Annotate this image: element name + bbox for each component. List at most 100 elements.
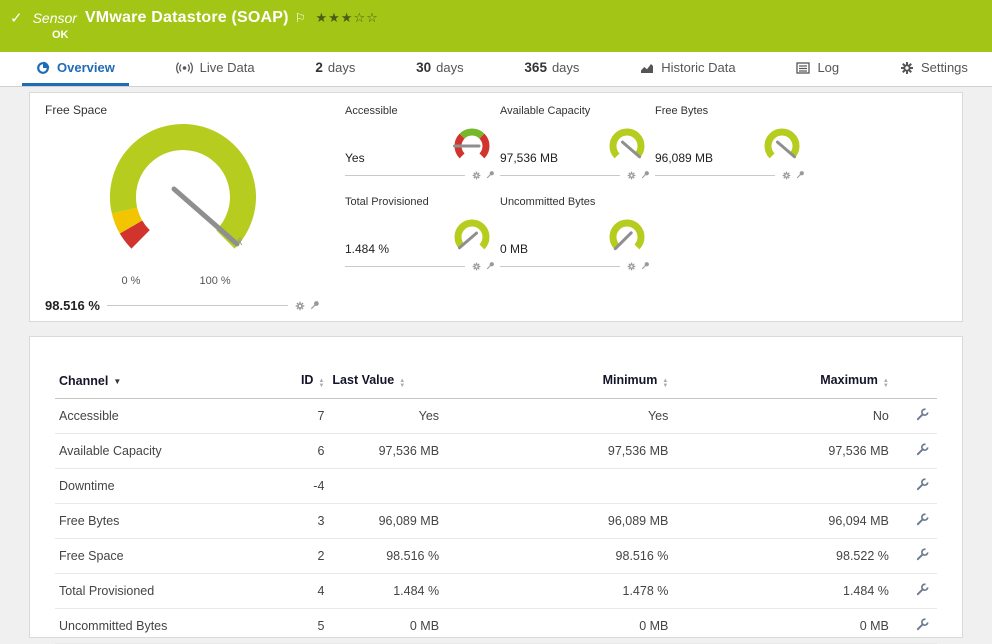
channel-settings-button[interactable] xyxy=(916,618,929,631)
bar-chart-icon xyxy=(640,61,654,75)
gear-icon xyxy=(900,61,914,75)
channel-settings-button[interactable] xyxy=(916,478,929,491)
table-row: Free Space 2 98.516 % 98.516 % 98.522 % xyxy=(55,539,937,574)
status-badge: OK xyxy=(52,29,69,41)
tab-30-days[interactable]: 30 days xyxy=(402,52,478,86)
free-space-gauge-card: Free Space 0 % 100 % x̄ 98.516 % xyxy=(30,93,335,321)
sensor-header: ✓ Sensor VMware Datastore (SOAP) ⚐ ★★★☆☆… xyxy=(0,0,992,52)
channel-minimum: Yes xyxy=(443,399,672,434)
channel-id: 4 xyxy=(267,574,329,609)
channel-id: 6 xyxy=(267,434,329,469)
channel-settings-button[interactable] xyxy=(916,548,929,561)
column-header-last-value[interactable]: Last Value▲▼ xyxy=(328,365,443,399)
tab-label: Log xyxy=(817,60,839,75)
column-header-minimum[interactable]: Minimum▲▼ xyxy=(443,365,672,399)
gauge-value: Yes xyxy=(345,151,365,169)
total-provisioned-gauge xyxy=(449,218,495,260)
tab-settings[interactable]: Settings xyxy=(886,52,982,86)
pin-icon[interactable] xyxy=(486,261,495,271)
tab-live-data[interactable]: Live Data xyxy=(162,52,269,86)
tab-2-days[interactable]: 2 days xyxy=(301,52,369,86)
channel-minimum: 98.516 % xyxy=(443,539,672,574)
channel-maximum: 1.484 % xyxy=(672,574,893,609)
channel-id: 7 xyxy=(267,399,329,434)
mini-gauge-total-provisioned: Total Provisioned 1.484 % xyxy=(345,196,495,271)
gauge-min-label: 0 % xyxy=(122,275,141,287)
priority-star-rating[interactable]: ★★★☆☆ xyxy=(315,10,378,26)
channel-id: 3 xyxy=(267,504,329,539)
broadcast-icon xyxy=(176,61,193,75)
pie-chart-icon xyxy=(36,61,50,75)
gear-icon[interactable] xyxy=(472,262,481,271)
object-kind-label: Sensor xyxy=(33,10,77,26)
mini-gauge-uncommitted-bytes: Uncommitted Bytes 0 MB xyxy=(500,196,650,271)
gauge-value: 98.516 % xyxy=(45,298,100,313)
channel-name: Total Provisioned xyxy=(55,574,267,609)
channel-maximum: 97,536 MB xyxy=(672,434,893,469)
accessible-gauge xyxy=(449,127,495,169)
channel-id: 5 xyxy=(267,609,329,644)
channel-name: Accessible xyxy=(55,399,267,434)
sort-icon: ▲▼ xyxy=(318,379,324,389)
mini-gauge-available-capacity: Available Capacity 97,536 MB xyxy=(500,105,650,180)
pin-icon[interactable] xyxy=(641,170,650,180)
table-row: Uncommitted Bytes 5 0 MB 0 MB 0 MB xyxy=(55,609,937,644)
sensor-title: VMware Datastore (SOAP) xyxy=(85,9,289,27)
pin-icon[interactable] xyxy=(641,261,650,271)
sort-icon: ▲▼ xyxy=(662,379,668,389)
channel-minimum: 0 MB xyxy=(443,609,672,644)
channel-maximum: 0 MB xyxy=(672,609,893,644)
available-capacity-gauge xyxy=(604,127,650,169)
channels-table: Channel▼ ID▲▼ Last Value▲▼ Minimum▲▼ Max… xyxy=(55,365,937,644)
gear-icon[interactable] xyxy=(627,171,636,180)
channel-last-value: 98.516 % xyxy=(328,539,443,574)
gauge-title: Total Provisioned xyxy=(345,196,495,208)
gear-icon[interactable] xyxy=(627,262,636,271)
channel-settings-button[interactable] xyxy=(916,408,929,421)
channel-settings-button[interactable] xyxy=(916,513,929,526)
pin-icon[interactable] xyxy=(310,300,320,311)
tab-365-days[interactable]: 365 days xyxy=(510,52,593,86)
free-bytes-gauge xyxy=(759,127,805,169)
divider xyxy=(345,266,465,267)
tab-label: Live Data xyxy=(200,60,255,75)
channel-last-value: 0 MB xyxy=(328,609,443,644)
tab-label: Historic Data xyxy=(661,60,735,75)
divider xyxy=(500,266,620,267)
channel-name: Free Bytes xyxy=(55,504,267,539)
tab-day-count: 30 xyxy=(416,60,431,75)
column-header-settings xyxy=(893,365,937,399)
channel-last-value: 97,536 MB xyxy=(328,434,443,469)
gear-icon[interactable] xyxy=(295,301,305,311)
favorite-flag-icon[interactable]: ⚐ xyxy=(295,11,306,25)
divider xyxy=(345,175,465,176)
gear-icon[interactable] xyxy=(472,171,481,180)
tab-historic-data[interactable]: Historic Data xyxy=(626,52,749,86)
channel-maximum: 96,094 MB xyxy=(672,504,893,539)
tab-log[interactable]: Log xyxy=(782,52,853,86)
pin-icon[interactable] xyxy=(486,170,495,180)
channel-last-value: Yes xyxy=(328,399,443,434)
channel-settings-button[interactable] xyxy=(916,443,929,456)
channels-table-panel: Channel▼ ID▲▼ Last Value▲▼ Minimum▲▼ Max… xyxy=(29,336,963,638)
gear-icon[interactable] xyxy=(782,171,791,180)
channel-maximum xyxy=(672,469,893,504)
gauge-max-label: 100 % xyxy=(200,275,231,287)
free-space-gauge: 0 % 100 % x̄ xyxy=(78,119,288,291)
column-header-maximum[interactable]: Maximum▲▼ xyxy=(672,365,893,399)
table-row: Downtime -4 xyxy=(55,469,937,504)
column-header-channel[interactable]: Channel▼ xyxy=(55,365,267,399)
gauge-value: 0 MB xyxy=(500,242,528,260)
channel-name: Downtime xyxy=(55,469,267,504)
channel-settings-button[interactable] xyxy=(916,583,929,596)
column-header-id[interactable]: ID▲▼ xyxy=(267,365,329,399)
sort-icon: ▲▼ xyxy=(399,379,405,389)
pin-icon[interactable] xyxy=(796,170,805,180)
table-row: Free Bytes 3 96,089 MB 96,089 MB 96,094 … xyxy=(55,504,937,539)
channel-name: Available Capacity xyxy=(55,434,267,469)
channel-last-value: 1.484 % xyxy=(328,574,443,609)
channel-id: -4 xyxy=(267,469,329,504)
gauge-value: 1.484 % xyxy=(345,242,389,260)
tab-overview[interactable]: Overview xyxy=(22,52,129,86)
channel-minimum xyxy=(443,469,672,504)
